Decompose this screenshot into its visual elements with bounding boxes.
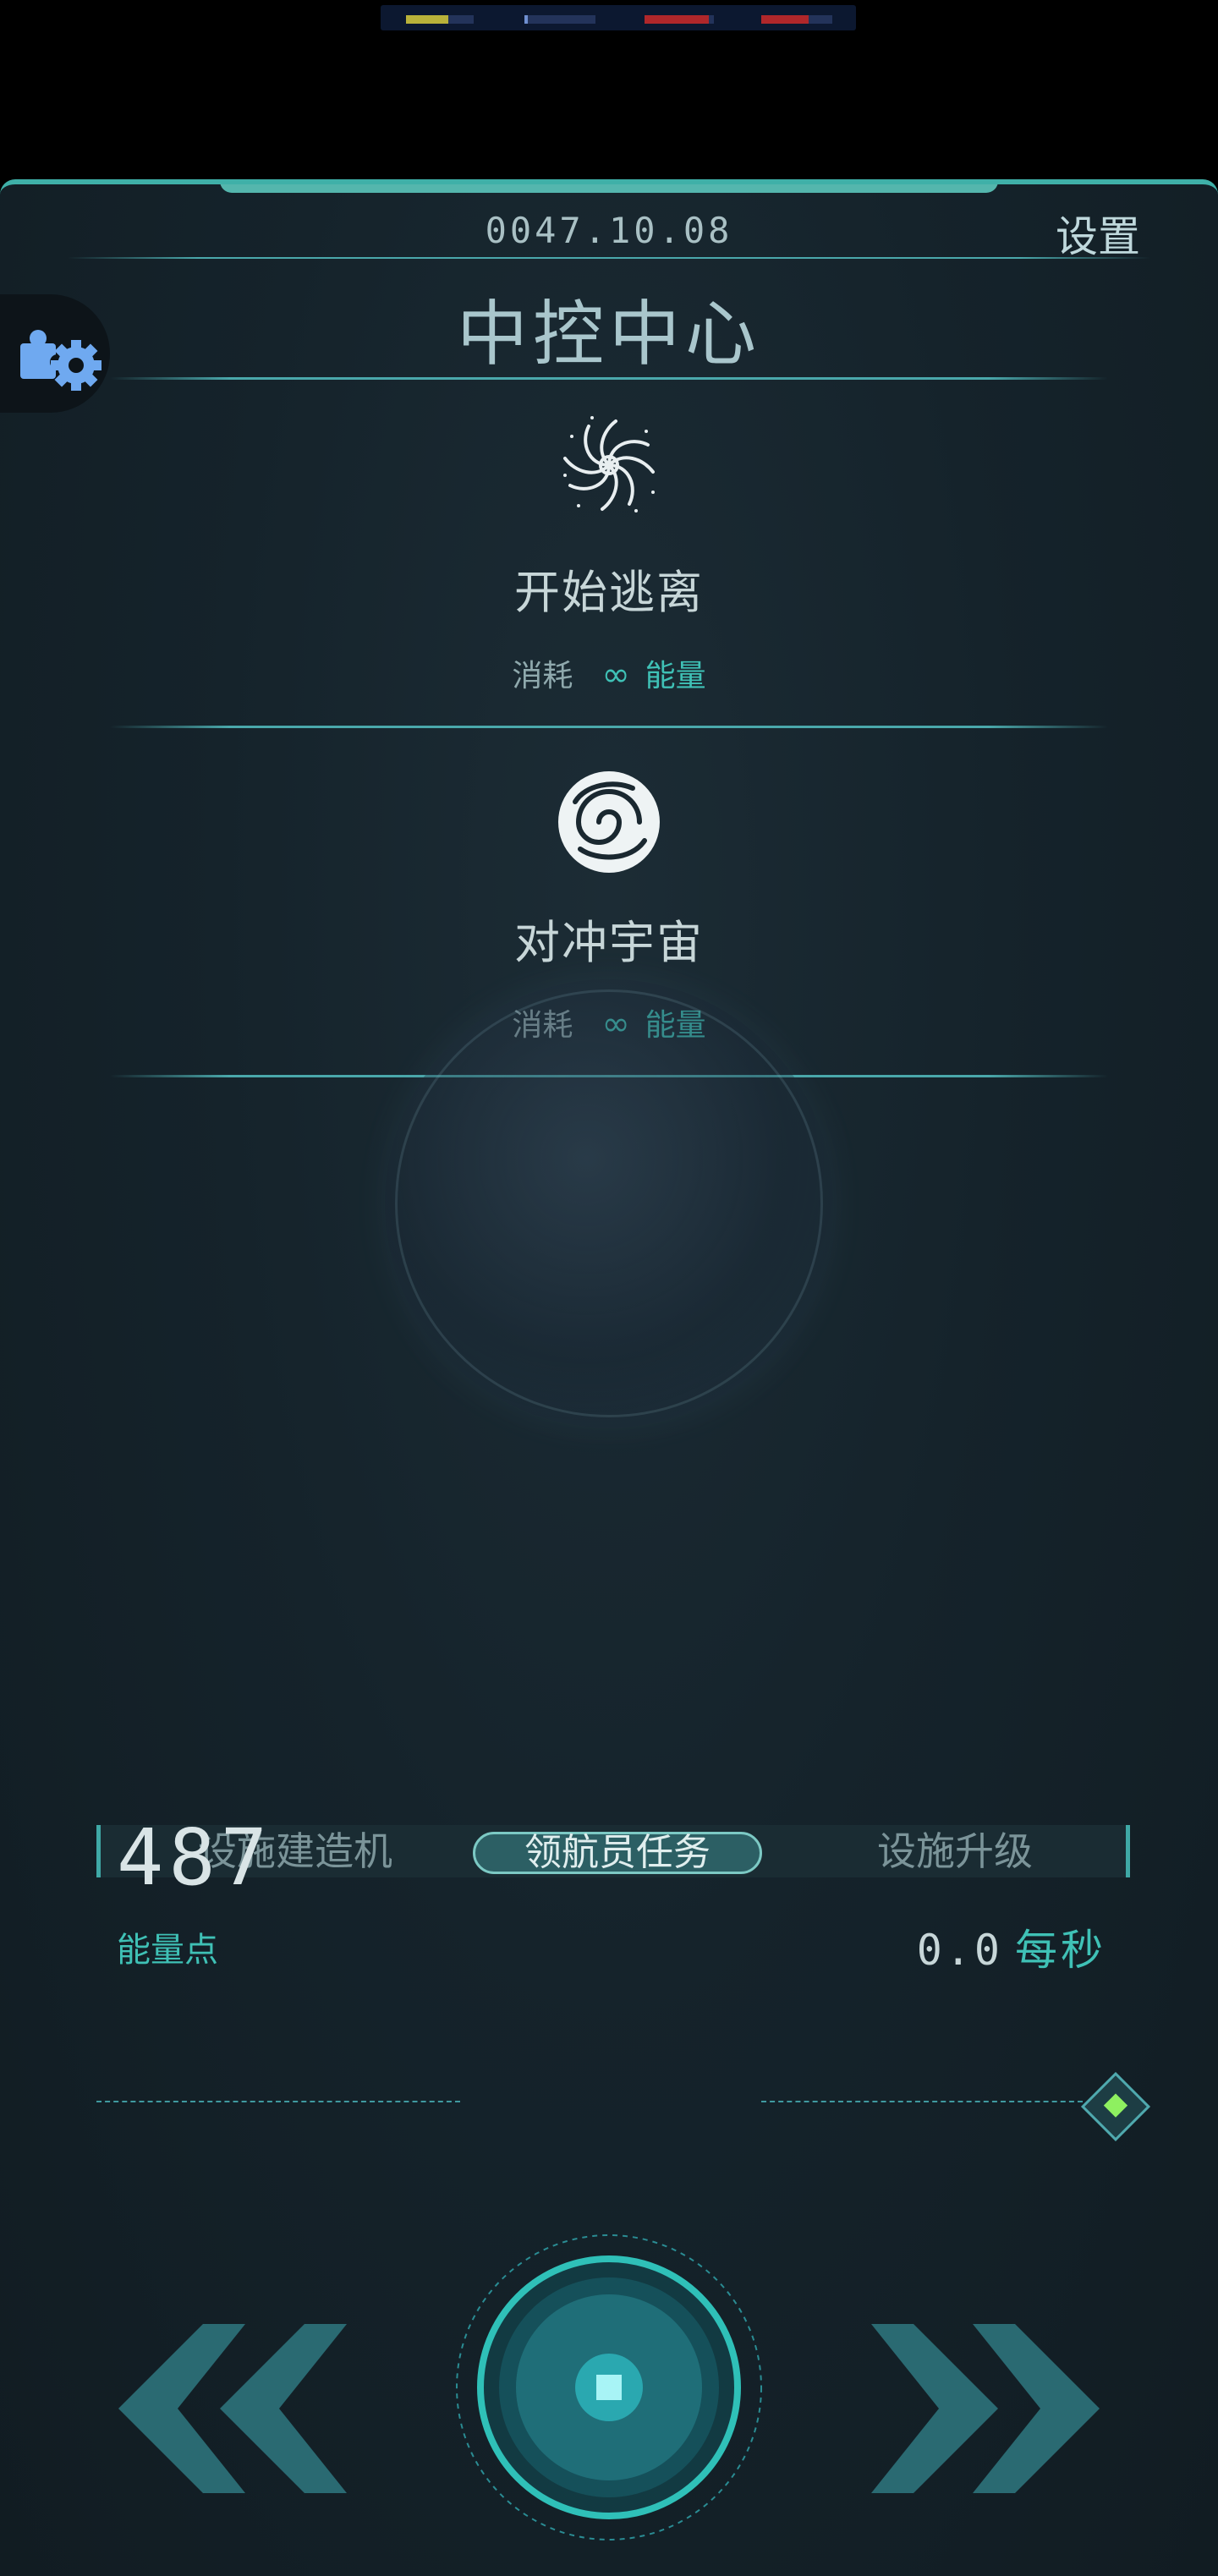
tab-navigator-missions[interactable]: 领航员任务 (473, 1832, 762, 1874)
status-indicator (1103, 2093, 1128, 2118)
game-date: 0047.10.08 (485, 210, 733, 251)
cost-label: 消耗 (512, 659, 573, 693)
swirl-orb-icon (558, 771, 660, 873)
action-name: 对冲宇宙 (514, 916, 704, 969)
puzzle-gear-icon (20, 330, 102, 391)
energy-rate: 0.0 每秒 (917, 1916, 1106, 1977)
previous-arrow-icon[interactable] (110, 2316, 364, 2502)
panel-top-glow (220, 184, 998, 193)
core-button[interactable] (453, 2231, 765, 2544)
action-cost: 消耗 ∞ 能量 (0, 651, 1218, 695)
energy-points-value: 487 (117, 1812, 273, 1903)
dashed-guide-right (761, 2101, 1083, 2102)
settings-button[interactable]: 设置 (1056, 203, 1140, 264)
header-divider (68, 257, 1150, 259)
control-panel: 0047.10.08 设置 中控中心 开始逃离 消耗 ∞ 能量 对冲宇宙 设施建… (0, 179, 1218, 2576)
action-divider-1 (110, 726, 1108, 728)
core-light-icon (596, 2375, 622, 2400)
rate-value: 0.0 (916, 1926, 1003, 1975)
resource-yellow-track (448, 15, 474, 24)
resource-red-1 (645, 15, 709, 24)
resource-red-1-track (709, 15, 714, 24)
cost-unit: 能量 (645, 659, 706, 693)
planet-image (385, 979, 833, 1428)
title-divider (110, 377, 1108, 380)
infinity-icon: ∞ (601, 655, 630, 694)
top-status-area (0, 0, 1218, 182)
tab-facility-upgrade[interactable]: 设施升级 (811, 1825, 1099, 1877)
resource-red-2-track (809, 15, 832, 24)
puzzle-gear-button[interactable] (0, 294, 110, 413)
resource-yellow (406, 15, 448, 24)
rate-unit: 每秒 (1015, 1926, 1106, 1975)
page-title: 中控中心 (456, 293, 761, 375)
vortex-icon (563, 416, 655, 512)
resource-blue-track (528, 15, 595, 24)
dashed-guide-left (96, 2101, 460, 2102)
resource-bar (381, 5, 856, 30)
action-name: 开始逃离 (514, 566, 704, 619)
status-diamond-icon[interactable] (1080, 2071, 1151, 2142)
resource-red-2 (761, 15, 809, 24)
next-arrow-icon[interactable] (854, 2316, 1108, 2502)
energy-points-label: 能量点 (117, 1931, 218, 1970)
